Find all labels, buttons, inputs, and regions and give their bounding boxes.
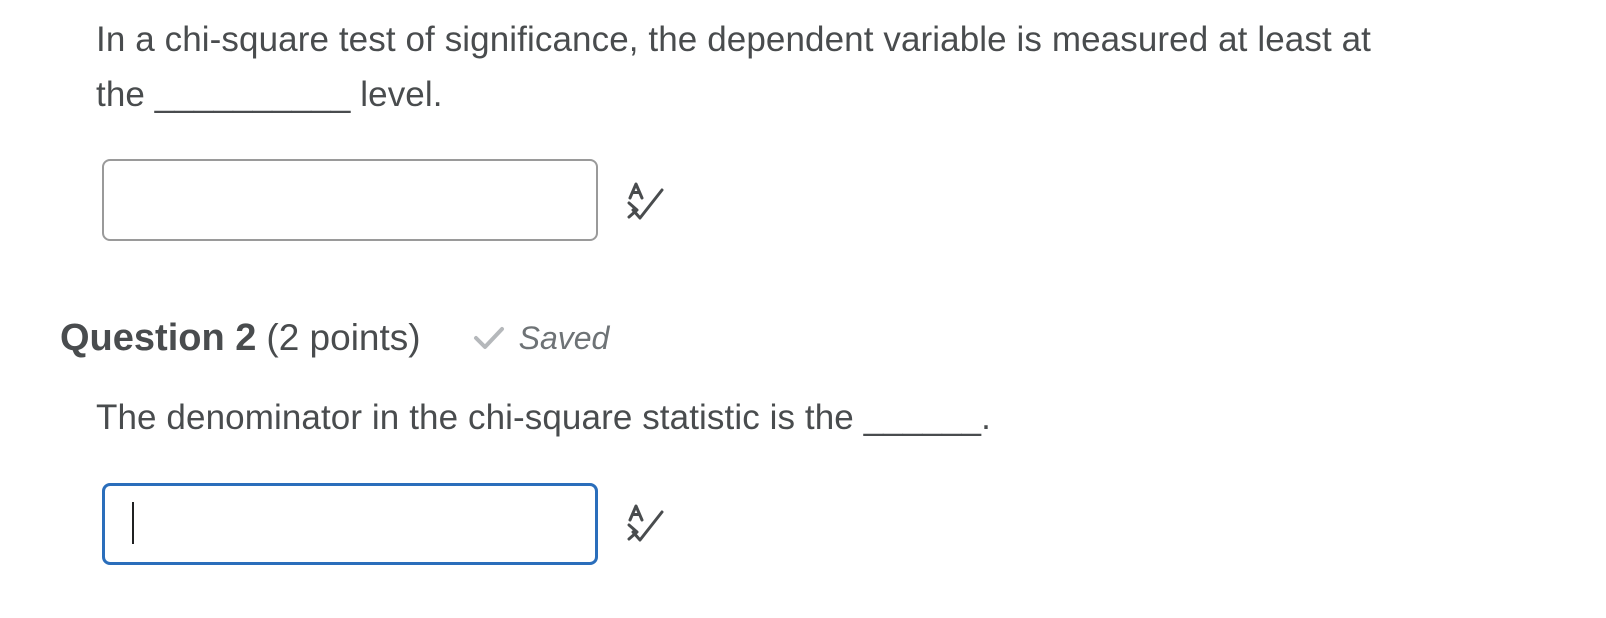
check-icon	[473, 327, 504, 349]
spellcheck-icon	[627, 504, 664, 542]
saved-status: Saved	[473, 319, 610, 357]
question-1-text-line-1: In a chi-square test of significance, th…	[96, 20, 1371, 59]
text-cursor	[132, 502, 134, 544]
saved-status-text: Saved	[518, 319, 610, 356]
question-1-text-line-2: the __________ level.	[96, 75, 443, 114]
question-2-answer-input[interactable]	[102, 483, 598, 565]
question-2-header: Question 2 (2 points) Saved	[60, 312, 609, 364]
question-1-text: In a chi-square test of significance, th…	[96, 12, 1516, 122]
question-2-points: (2 points)	[266, 317, 421, 358]
spellcheck-button-q1[interactable]	[624, 180, 666, 224]
spellcheck-icon	[627, 182, 664, 220]
question-2-text: The denominator in the chi-square statis…	[96, 398, 991, 437]
question-2-title: Question 2	[60, 316, 257, 359]
question-1-answer-input[interactable]	[102, 159, 598, 241]
spellcheck-button-q2[interactable]	[624, 502, 666, 546]
